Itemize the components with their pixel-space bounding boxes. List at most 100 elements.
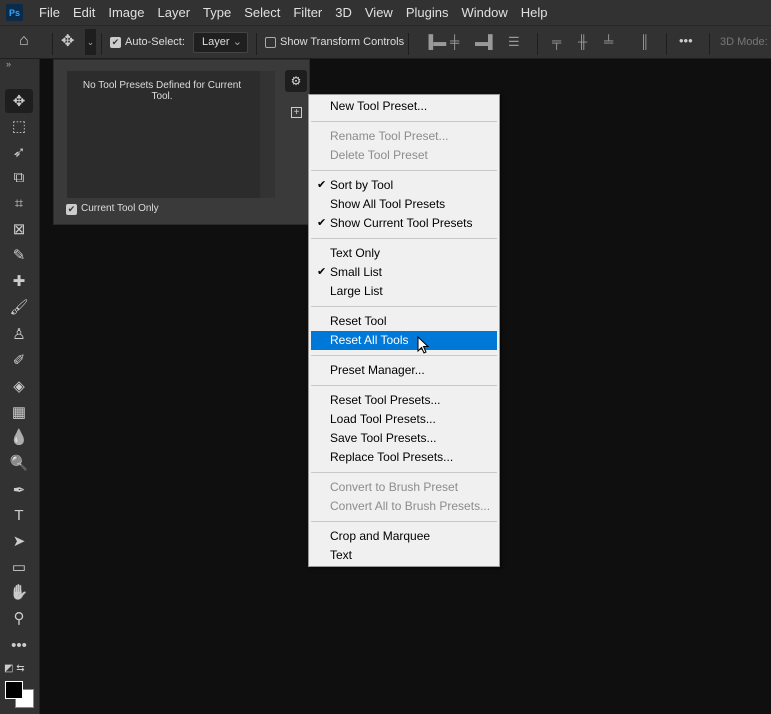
empty-message: No Tool Presets Defined for Current Tool… <box>82 80 242 102</box>
3d-mode-label: 3D Mode: <box>720 36 768 48</box>
type-tool-icon[interactable]: T <box>5 503 33 527</box>
menu-layer[interactable]: Layer <box>158 5 191 20</box>
history-brush-tool-icon[interactable]: ✐ <box>5 348 33 372</box>
menu-item-label: Show All Tool Presets <box>330 197 446 211</box>
menu-item-replace-tool-presets[interactable]: Replace Tool Presets... <box>311 448 497 467</box>
menu-item-convert-all-to-brush-presets: Convert All to Brush Presets... <box>311 497 497 516</box>
auto-select-checkbox[interactable]: ✔ <box>110 37 121 48</box>
align-top-icon[interactable]: ╤ <box>552 34 561 49</box>
eyedropper-tool-icon[interactable]: ✎ <box>5 243 33 267</box>
distribute-vertical-icon[interactable]: ║ <box>640 34 649 49</box>
align-right-icon[interactable]: ▬▌ <box>475 34 497 49</box>
eraser-tool-icon[interactable]: ◈ <box>5 374 33 398</box>
menu-separator <box>309 380 499 391</box>
scrollbar[interactable] <box>260 71 275 198</box>
lasso-tool-icon[interactable]: ➶ <box>5 140 33 164</box>
menu-item-preset-manager[interactable]: Preset Manager... <box>311 361 497 380</box>
clone-stamp-tool-icon[interactable]: ♙ <box>5 322 33 346</box>
menu-item-text[interactable]: Text <box>311 546 497 565</box>
align-middle-icon[interactable]: ╫ <box>578 34 587 49</box>
menu-separator <box>309 301 499 312</box>
healing-brush-tool-icon[interactable]: ✚ <box>5 269 33 293</box>
menu-item-label: New Tool Preset... <box>330 99 428 113</box>
dodge-tool-icon[interactable]: 🔍 <box>5 451 33 475</box>
menu-window[interactable]: Window <box>461 5 507 20</box>
show-transform-checkbox[interactable] <box>265 37 276 48</box>
pen-tool-icon[interactable]: ✒ <box>5 478 33 502</box>
menu-item-label: Show Current Tool Presets <box>330 216 473 230</box>
home-icon[interactable]: ⌂ <box>19 32 29 50</box>
menu-item-label: Reset Tool Presets... <box>330 393 441 407</box>
show-transform-label: Show Transform Controls <box>280 36 405 48</box>
align-bottom-icon[interactable]: ╧ <box>604 34 613 49</box>
mouse-cursor-icon <box>417 336 430 354</box>
menu-plugins[interactable]: Plugins <box>406 5 449 20</box>
menu-view[interactable]: View <box>365 5 393 20</box>
menu-item-new-tool-preset[interactable]: New Tool Preset... <box>311 97 497 116</box>
menu-item-show-current-tool-presets[interactable]: ✔ Show Current Tool Presets <box>311 214 497 233</box>
move-tool-icon[interactable]: ✥ <box>5 89 33 113</box>
tool-preset-picker[interactable]: ⌄ <box>85 29 96 55</box>
current-tool-only-checkbox[interactable]: ✔ <box>66 204 77 215</box>
menu-file[interactable]: File <box>39 5 60 20</box>
hand-tool-icon[interactable]: ✋ <box>5 580 33 604</box>
gradient-tool-icon[interactable]: ▦ <box>5 400 33 424</box>
menu-item-rename-tool-preset: Rename Tool Preset... <box>311 127 497 146</box>
menu-separator <box>309 116 499 127</box>
menu-item-reset-all-tools[interactable]: Reset All Tools <box>311 331 497 350</box>
auto-select-target-dropdown[interactable]: Layer ⌄ <box>193 32 248 53</box>
checkmark-icon: ✔ <box>317 179 327 191</box>
menu-separator <box>309 516 499 527</box>
menu-item-sort-by-tool[interactable]: ✔ Sort by Tool <box>311 176 497 195</box>
menu-item-reset-tool[interactable]: Reset Tool <box>311 312 497 331</box>
path-selection-tool-icon[interactable]: ➤ <box>5 529 33 553</box>
crop-tool-icon[interactable]: ⌗ <box>5 191 33 215</box>
more-tools-tool-icon[interactable]: ••• <box>5 633 33 657</box>
menu-item-label: Crop and Marquee <box>330 529 431 543</box>
menu-select[interactable]: Select <box>244 5 280 20</box>
options-bar: ⌂ ✥ ⌄ ✔ Auto-Select: Layer ⌄ Show Transfo… <box>0 25 771 59</box>
menu-item-label: Save Tool Presets... <box>330 431 437 445</box>
expand-icon[interactable]: » <box>6 59 11 69</box>
menu-item-show-all-tool-presets[interactable]: Show All Tool Presets <box>311 195 497 214</box>
more-options-icon[interactable]: ••• <box>679 33 693 48</box>
menu-item-reset-tool-presets[interactable]: Reset Tool Presets... <box>311 391 497 410</box>
align-left-icon[interactable]: ▐▬ <box>424 34 446 49</box>
menu-help[interactable]: Help <box>521 5 548 20</box>
blur-tool-icon[interactable]: 💧 <box>5 425 33 449</box>
rectangle-tool-icon[interactable]: ▭ <box>5 555 33 579</box>
menu-item-label: Load Tool Presets... <box>330 412 436 426</box>
gear-icon[interactable]: ⚙ <box>285 70 307 92</box>
frame-tool-icon[interactable]: ⊠ <box>5 217 33 241</box>
rectangular-marquee-tool-icon[interactable]: ⬚ <box>5 114 33 138</box>
new-preset-icon[interactable]: + <box>291 107 302 118</box>
menu-type[interactable]: Type <box>203 5 231 20</box>
swap-colors-icon[interactable]: ◩ ⇆ <box>4 663 25 674</box>
panel-flyout-menu: New Tool Preset... Rename Tool Preset... D… <box>308 94 500 567</box>
menu-edit[interactable]: Edit <box>73 5 95 20</box>
menu-item-small-list[interactable]: ✔ Small List <box>311 263 497 282</box>
menu-filter[interactable]: Filter <box>293 5 322 20</box>
object-selection-tool-icon[interactable]: ⧉ <box>5 165 33 189</box>
toolbar: » ✥ ⬚ ➶ ⧉ ⌗ ⊠ ✎ ✚ 🖌 ♙ ✐ ◈ ▦ 💧 🔍 ✒ T ➤ ▭ ✋ ⚲ ••• ◩ ⇆ <box>0 59 40 714</box>
menu-3d[interactable]: 3D <box>335 5 352 20</box>
menu-item-load-tool-presets[interactable]: Load Tool Presets... <box>311 410 497 429</box>
menu-item-save-tool-presets[interactable]: Save Tool Presets... <box>311 429 497 448</box>
menu-item-label: Rename Tool Preset... <box>330 129 449 143</box>
menu-item-label: Reset Tool <box>330 314 387 328</box>
menu-item-crop-and-marquee[interactable]: Crop and Marquee <box>311 527 497 546</box>
distribute-icon[interactable]: ☰ <box>508 34 520 50</box>
menu-item-large-list[interactable]: Large List <box>311 282 497 301</box>
menu-item-delete-tool-preset: Delete Tool Preset <box>311 146 497 165</box>
brush-tool-icon[interactable]: 🖌 <box>5 295 33 319</box>
foreground-color-swatch[interactable] <box>5 681 23 699</box>
menu-separator <box>309 233 499 244</box>
menu-item-label: Convert All to Brush Presets... <box>330 499 491 513</box>
menu-item-label: Small List <box>330 265 383 279</box>
menu-item-text-only[interactable]: Text Only <box>311 244 497 263</box>
move-tool-icon[interactable]: ✥ <box>61 31 74 51</box>
align-center-icon[interactable]: ╪ <box>450 34 459 49</box>
zoom-tool-icon[interactable]: ⚲ <box>5 606 33 630</box>
menu-image[interactable]: Image <box>108 5 144 20</box>
menu-item-label: Sort by Tool <box>330 178 394 192</box>
